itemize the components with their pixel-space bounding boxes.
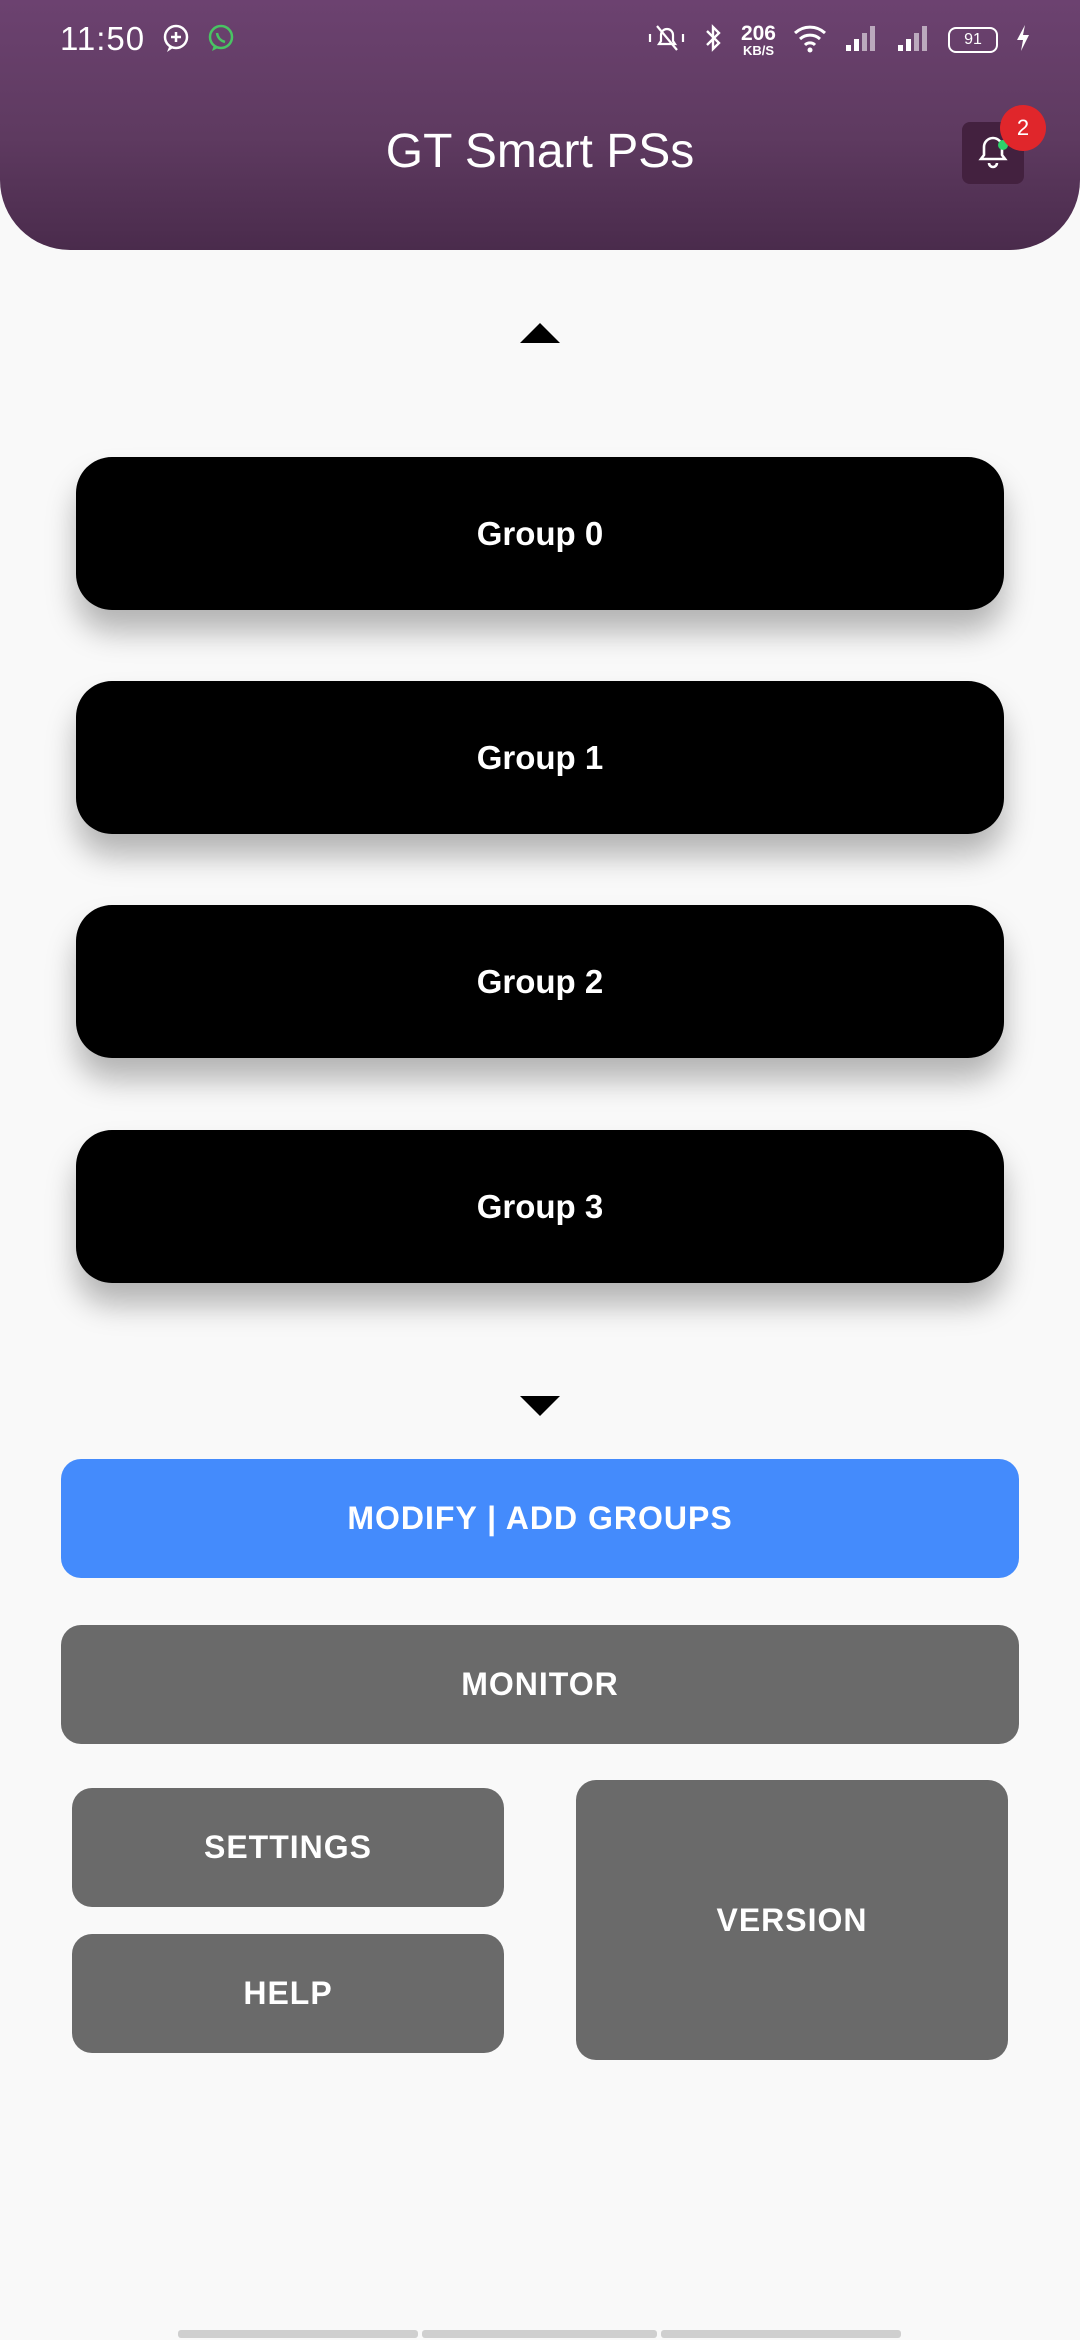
signal-icon xyxy=(896,23,932,58)
app-screen: 11:50 206 KB/S 91 GT Smart PSs 2 Group 0… xyxy=(0,0,1080,2340)
group-button[interactable]: Group 3 xyxy=(76,1130,1004,1283)
group-list: Group 0 Group 1 Group 2 Group 3 xyxy=(40,400,1040,1315)
status-time: 11:50 xyxy=(60,20,146,57)
group-button[interactable]: Group 2 xyxy=(76,905,1004,1058)
charging-icon xyxy=(1014,23,1032,58)
chat-bubble-icon xyxy=(160,22,192,54)
status-icons: 206 KB/S 91 xyxy=(647,18,1032,62)
monitor-button[interactable]: MONITOR xyxy=(61,1625,1019,1744)
group-button[interactable]: Group 1 xyxy=(76,681,1004,834)
scroll-down-arrow-icon[interactable] xyxy=(520,1396,560,1416)
version-button[interactable]: VERSION xyxy=(576,1780,1008,2060)
app-header: 11:50 206 KB/S 91 GT Smart PSs 2 xyxy=(0,0,1080,250)
battery-icon: 91 xyxy=(948,27,998,53)
group-button[interactable]: Group 0 xyxy=(76,457,1004,610)
gesture-navigation-bar[interactable] xyxy=(178,2330,901,2338)
help-button[interactable]: HELP xyxy=(72,1934,504,2053)
app-title: GT Smart PSs xyxy=(385,125,695,178)
scroll-up-arrow-icon[interactable] xyxy=(520,323,560,343)
settings-button[interactable]: SETTINGS xyxy=(72,1788,504,1907)
net-speed: 206 KB/S xyxy=(740,22,776,58)
whatsapp-icon xyxy=(205,22,237,54)
signal-icon xyxy=(844,23,880,58)
wifi-icon xyxy=(792,23,828,58)
mute-bell-icon xyxy=(647,22,687,59)
modify-add-groups-button[interactable]: MODIFY | ADD GROUPS xyxy=(61,1459,1019,1578)
bluetooth-icon xyxy=(703,22,725,59)
notification-badge: 2 xyxy=(1000,105,1046,151)
